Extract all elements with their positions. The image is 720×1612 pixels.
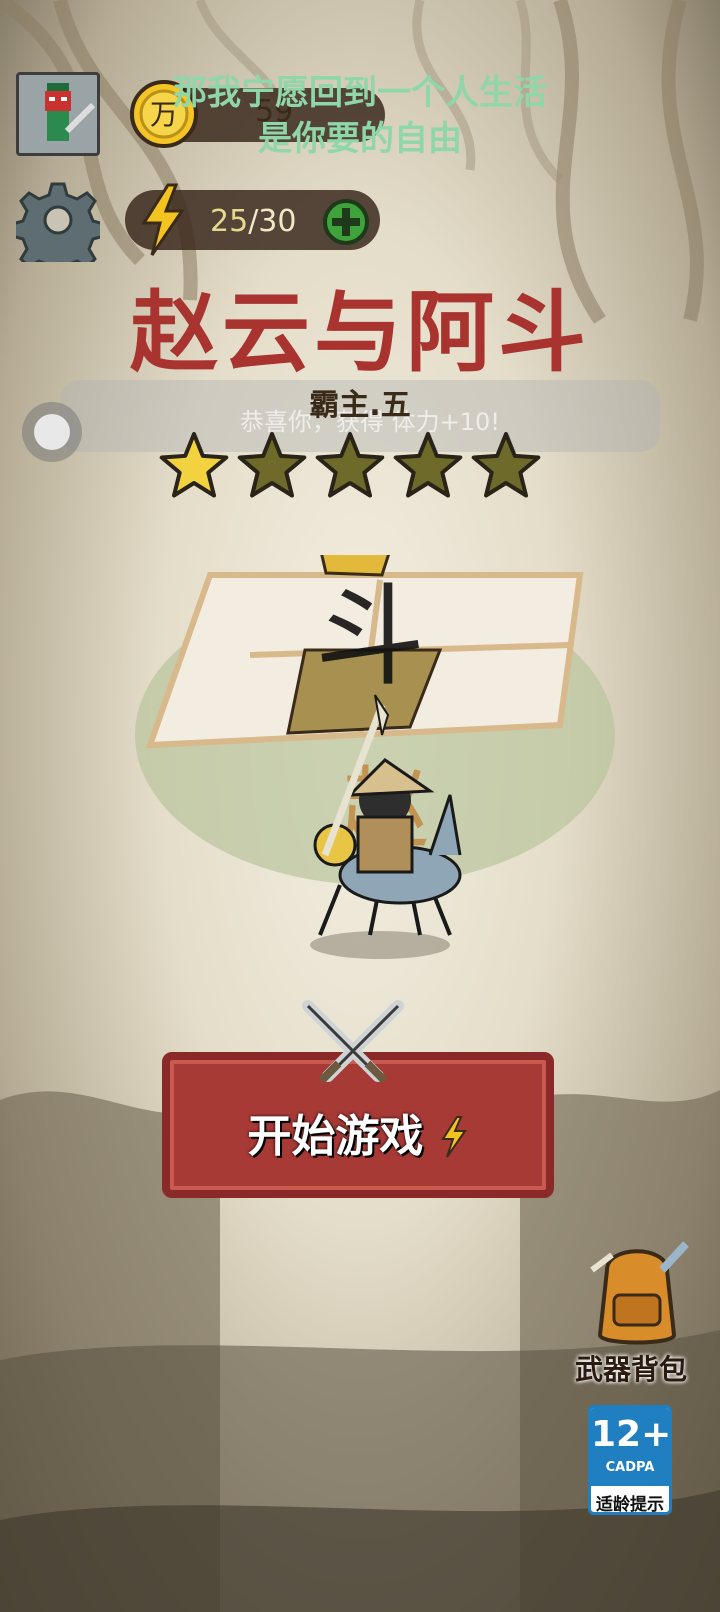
star-empty-icon (471, 432, 541, 498)
player-avatar[interactable] (16, 72, 100, 156)
star-empty-icon (393, 432, 463, 498)
level-stars (159, 432, 541, 498)
backpack-icon[interactable] (582, 1240, 692, 1350)
energy-amount: 25/30 (210, 204, 296, 239)
start-game-label: 开始游戏 (162, 1100, 554, 1164)
star-empty-icon (237, 432, 307, 498)
lyric-line-2: 是你要的自由 (258, 119, 462, 159)
age-rating-number: 12+ (591, 1414, 672, 1455)
star-filled-icon (159, 432, 229, 498)
level-preview-illustration: 斗 赵 (135, 555, 615, 959)
level-title: 赵云与阿斗 (129, 280, 590, 384)
energy-current: 25 (210, 204, 249, 239)
energy-bolt-icon (141, 183, 185, 256)
age-rating-org: CADPA (605, 1460, 655, 1475)
lyric-overlay: 那我宁愿回到一个人生活 是你要的自由 (140, 70, 580, 162)
floating-assist-icon[interactable] (20, 400, 84, 464)
gear-icon[interactable] (16, 178, 100, 262)
lyric-line-1: 那我宁愿回到一个人生活 (173, 73, 547, 113)
add-energy-button[interactable] (322, 198, 370, 246)
svg-text:斗: 斗 (315, 573, 425, 701)
warrior-portrait-icon (45, 83, 96, 141)
energy-max: /30 (248, 204, 297, 239)
weapon-bag-label[interactable]: 武器背包 (566, 1348, 696, 1388)
age-rating-badge[interactable]: 12+ CADPA 适龄提示 (588, 1405, 672, 1515)
age-rating-hint: 适龄提示 (596, 1495, 664, 1515)
star-empty-icon (315, 432, 385, 498)
difficulty-label: 霸主.五 (309, 388, 411, 423)
energy-cost-icon (440, 1116, 467, 1158)
crossed-swords-icon (302, 1000, 404, 1084)
start-game-text: 开始游戏 (247, 1111, 424, 1162)
